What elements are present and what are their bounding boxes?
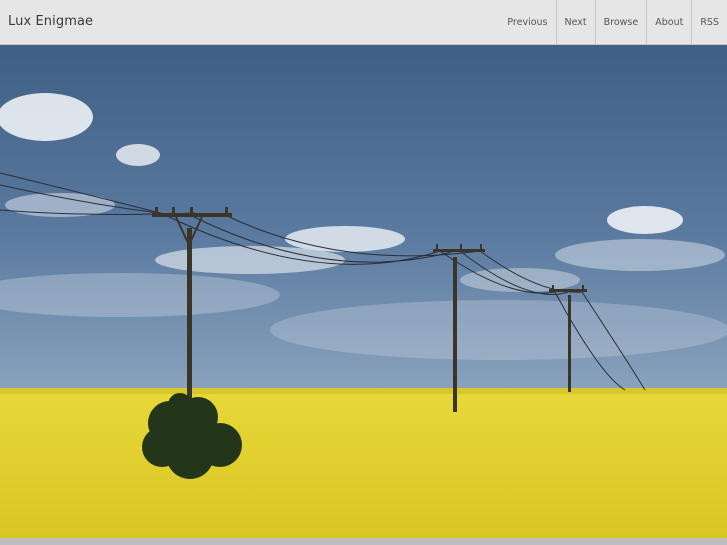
nav-browse-link[interactable]: Browse xyxy=(594,0,647,45)
site-title[interactable]: Lux Enigmae xyxy=(8,14,93,29)
featured-photo[interactable] xyxy=(0,45,727,538)
bottom-strip xyxy=(0,538,727,545)
top-bar: Lux Enigmae Previous Next Browse About R… xyxy=(0,0,727,45)
nav-about-link[interactable]: About xyxy=(646,0,691,45)
nav-next-link[interactable]: Next xyxy=(555,0,595,45)
nav-menu: Previous Next Browse About RSS xyxy=(499,0,727,45)
rapeseed-field xyxy=(0,388,727,538)
nav-rss-link[interactable]: RSS xyxy=(691,0,727,45)
nav-previous-link[interactable]: Previous xyxy=(499,0,555,45)
